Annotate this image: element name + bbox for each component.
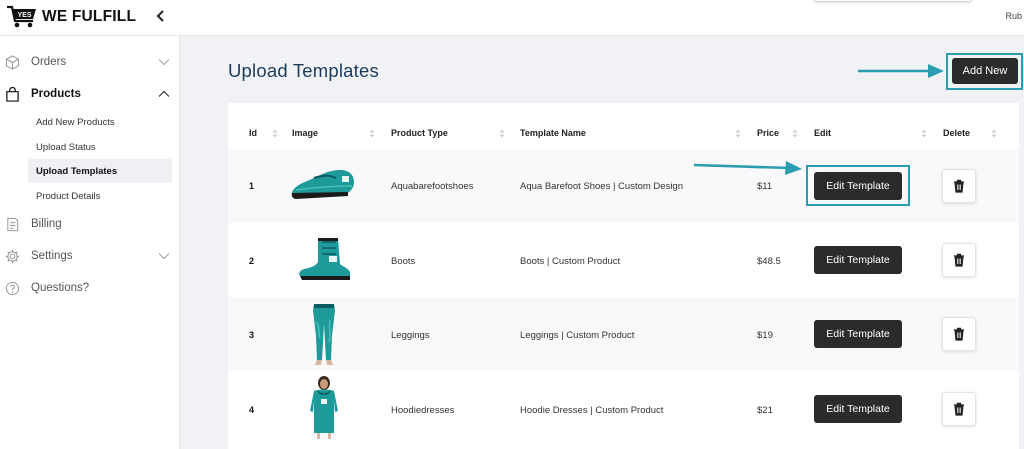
row-id: 3: [249, 330, 255, 340]
template-name: Hoodie Dresses | Custom Product: [520, 405, 664, 416]
trash-icon: [954, 179, 964, 193]
sort-icon[interactable]: [921, 129, 927, 138]
delete-button[interactable]: [942, 243, 976, 277]
sort-icon[interactable]: [735, 129, 741, 138]
sidebar-subitem-add-new-products[interactable]: Add New Products: [28, 110, 172, 134]
logo[interactable]: YES WE FULFILL: [6, 4, 136, 30]
chevron-down-icon: [158, 253, 170, 260]
sidebar: Orders Products Add New Products Upload …: [0, 36, 180, 449]
trash-icon: [954, 327, 964, 341]
sidebar-item-label: Questions?: [31, 282, 90, 294]
logo-badge-text: YES: [17, 12, 31, 19]
sidebar-item-label: Settings: [31, 250, 73, 262]
product-type: Aquabarefootshoes: [391, 181, 474, 192]
column-header-edit[interactable]: Edit: [814, 128, 831, 138]
template-name: Leggings | Custom Product: [520, 330, 635, 341]
sort-icon[interactable]: [369, 129, 375, 138]
edit-template-button[interactable]: Edit Template: [814, 172, 902, 200]
sort-icon[interactable]: [272, 129, 278, 138]
trash-icon: [954, 402, 964, 416]
aqua-shoe-image: [291, 170, 354, 199]
product-type: Boots: [391, 256, 416, 267]
collapse-sidebar-icon[interactable]: [154, 8, 168, 24]
shopping-bag-icon: [6, 86, 19, 102]
help-circle-icon: [5, 281, 20, 295]
product-type: Leggings: [391, 330, 430, 341]
price: $48.5: [757, 256, 781, 267]
row-id: 2: [249, 256, 255, 266]
sidebar-subitem-product-details[interactable]: Product Details: [28, 184, 172, 208]
sidebar-subitem-upload-templates[interactable]: Upload Templates: [28, 159, 172, 183]
column-header-delete[interactable]: Delete: [943, 128, 970, 138]
sidebar-item-questions[interactable]: Questions?: [0, 275, 180, 301]
price: $11: [757, 181, 773, 192]
sidebar-item-label: Products: [31, 88, 81, 100]
column-header-template-name[interactable]: Template Name: [520, 128, 586, 138]
hoodie-dress-image: [310, 376, 338, 439]
sidebar-item-label: Billing: [31, 218, 62, 230]
product-type: Hoodiedresses: [391, 405, 455, 416]
top-bar: YES WE FULFILL Rub: [0, 0, 1024, 36]
price: $21: [757, 405, 773, 416]
sidebar-subitem-upload-status[interactable]: Upload Status: [28, 135, 172, 159]
edit-template-button[interactable]: Edit Template: [814, 320, 902, 348]
delete-button[interactable]: [942, 392, 976, 426]
cart-logo-icon: YES: [7, 5, 36, 28]
annotation-arrow-icon: [858, 64, 944, 78]
trash-icon: [954, 253, 964, 267]
price: $19: [757, 330, 773, 341]
delete-button[interactable]: [942, 169, 976, 203]
leggings-image: [313, 304, 335, 365]
chevron-up-icon: [158, 90, 170, 97]
row-id: 4: [249, 405, 255, 415]
sidebar-item-products[interactable]: Products: [0, 81, 180, 107]
row-id: 1: [249, 181, 255, 191]
gear-icon: [5, 249, 20, 263]
boot-image: [299, 238, 350, 280]
sidebar-item-label: Orders: [31, 56, 67, 68]
invoice-icon: [7, 217, 19, 231]
chevron-down-icon: [158, 59, 170, 66]
column-header-id[interactable]: Id: [249, 128, 257, 138]
sidebar-item-orders[interactable]: Orders: [0, 49, 180, 75]
template-name: Boots | Custom Product: [520, 256, 621, 267]
sidebar-item-settings[interactable]: Settings: [0, 243, 180, 269]
template-name: Aqua Barefoot Shoes | Custom Design: [520, 181, 684, 192]
user-name[interactable]: Rub: [1005, 11, 1022, 21]
logo-text: WE FULFILL: [42, 8, 137, 25]
annotation-arrow-icon: [693, 161, 802, 175]
sort-icon[interactable]: [991, 129, 997, 138]
box-icon: [5, 54, 20, 70]
column-header-price[interactable]: Price: [757, 128, 779, 138]
sort-icon[interactable]: [499, 129, 505, 138]
add-new-button[interactable]: Add New: [952, 58, 1018, 84]
page-title: Upload Templates: [228, 60, 379, 81]
column-header-product-type[interactable]: Product Type: [391, 128, 448, 138]
top-search-box[interactable]: [814, 0, 972, 2]
edit-template-button[interactable]: Edit Template: [814, 246, 902, 274]
edit-template-button[interactable]: Edit Template: [814, 395, 902, 423]
delete-button[interactable]: [942, 317, 976, 351]
sidebar-item-billing[interactable]: Billing: [0, 211, 180, 237]
column-header-image[interactable]: Image: [292, 128, 318, 138]
sort-icon[interactable]: [792, 129, 798, 138]
